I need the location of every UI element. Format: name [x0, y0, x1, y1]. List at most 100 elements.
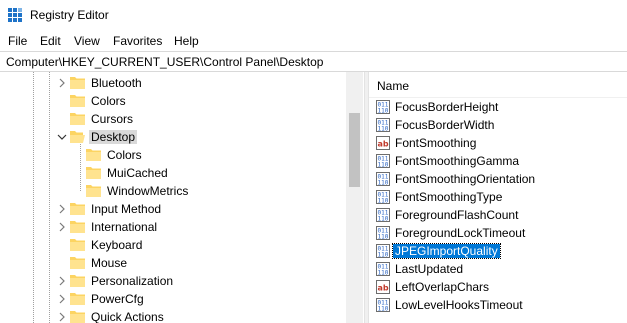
folder-icon [70, 203, 85, 215]
value-name: ForegroundLockTimeout [395, 226, 526, 240]
title-bar: Registry Editor [0, 0, 627, 31]
folder-icon [70, 293, 85, 305]
tree-item-label: WindowMetrics [107, 184, 189, 198]
folder-open-icon [70, 131, 85, 143]
svg-text:ab: ab [378, 140, 389, 149]
tree-item-label: PowerCfg [91, 292, 144, 306]
value-name: FontSmoothingType [395, 190, 503, 204]
svg-text:110: 110 [378, 252, 389, 259]
string-icon: ab [376, 136, 390, 150]
chevron-right-icon[interactable] [56, 203, 68, 215]
value-name: LowLevelHooksTimeout [395, 298, 523, 312]
folder-icon [86, 149, 101, 161]
tree-item-desktop[interactable]: Desktop [0, 128, 346, 146]
tree-item-label: Colors [91, 94, 126, 108]
value-name: LastUpdated [395, 262, 464, 276]
value-row[interactable]: 011 110 LowLevelHooksTimeout [369, 296, 627, 314]
tree-item-muicached[interactable]: MuiCached [0, 164, 346, 182]
tree-item-quick-actions[interactable]: Quick Actions [0, 308, 346, 323]
menu-edit[interactable]: Edit [40, 34, 61, 48]
folder-icon [70, 311, 85, 323]
svg-text:110: 110 [378, 306, 389, 313]
dword-icon: 011110 [376, 262, 390, 276]
tree-item-label: MuiCached [107, 166, 168, 180]
value-name: FontSmoothingOrientation [395, 172, 536, 186]
tree-item-cursors[interactable]: Cursors [0, 110, 346, 128]
value-row[interactable]: ab LeftOverlapChars [369, 278, 627, 296]
registry-editor-icon [8, 8, 22, 22]
menu-file[interactable]: File [8, 34, 27, 48]
dword-icon: 011110 [376, 100, 390, 114]
tree-item-label: Bluetooth [91, 76, 142, 90]
column-header-name[interactable]: Name [369, 72, 627, 98]
value-row[interactable]: 011 110 FontSmoothingGamma [369, 152, 627, 170]
address-bar[interactable]: Computer\HKEY_CURRENT_USER\Control Panel… [0, 51, 627, 72]
tree-item-windowmetrics[interactable]: WindowMetrics [0, 182, 346, 200]
folder-icon [86, 167, 101, 179]
value-row[interactable]: 011 110 ForegroundFlashCount [369, 206, 627, 224]
chevron-right-icon[interactable] [56, 221, 68, 233]
svg-text:ab: ab [378, 284, 389, 293]
value-row[interactable]: 011 110 FontSmoothingType [369, 188, 627, 206]
tree-item-colors[interactable]: Colors [0, 92, 346, 110]
dword-icon: 011110 [376, 118, 390, 132]
tree-item-bluetooth[interactable]: Bluetooth [0, 74, 346, 92]
value-name: JPEGImportQuality [392, 243, 501, 259]
tree-scrollbar[interactable] [346, 72, 363, 323]
svg-text:110: 110 [378, 180, 389, 187]
value-name: FontSmoothing [395, 136, 477, 150]
tree-item-desktop-colors[interactable]: Colors [0, 146, 346, 164]
menu-help[interactable]: Help [174, 34, 199, 48]
tree-item-personalization[interactable]: Personalization [0, 272, 346, 290]
chevron-right-icon[interactable] [56, 293, 68, 305]
chevron-right-icon[interactable] [56, 275, 68, 287]
tree-item-label: Colors [107, 148, 142, 162]
value-name: ForegroundFlashCount [395, 208, 519, 222]
tree-item-label: Keyboard [91, 238, 143, 252]
svg-text:110: 110 [378, 216, 389, 223]
tree-item-input-method[interactable]: Input Method [0, 200, 346, 218]
value-row[interactable]: 011 110 LastUpdated [369, 260, 627, 278]
value-row[interactable]: ab FontSmoothing [369, 134, 627, 152]
folder-icon [70, 221, 85, 233]
menu-view[interactable]: View [74, 34, 100, 48]
values-list[interactable]: Name 011 110 FocusBorderHeight 011 110 Foc… [369, 72, 627, 323]
chevron-right-icon[interactable] [56, 77, 68, 89]
folder-icon [70, 257, 85, 269]
dword-icon: 011110 [376, 172, 390, 186]
value-row[interactable]: 011 110 FocusBorderHeight [369, 98, 627, 116]
dword-icon: 011110 [376, 244, 390, 258]
window-title: Registry Editor [30, 8, 109, 22]
svg-text:110: 110 [378, 234, 389, 241]
tree-item-label: Input Method [91, 202, 162, 216]
dword-icon: 011110 [376, 190, 390, 204]
folder-icon [70, 275, 85, 287]
value-name: FocusBorderWidth [395, 118, 495, 132]
folder-icon [70, 77, 85, 89]
value-name: FontSmoothingGamma [395, 154, 520, 168]
value-name: FocusBorderHeight [395, 100, 499, 114]
value-row[interactable]: 011 110 FocusBorderWidth [369, 116, 627, 134]
chevron-right-icon[interactable] [56, 311, 68, 323]
tree-item-mouse[interactable]: Mouse [0, 254, 346, 272]
dword-icon: 011110 [376, 154, 390, 168]
string-icon: ab [376, 280, 390, 294]
tree-item-powercfg[interactable]: PowerCfg [0, 290, 346, 308]
folder-icon [70, 95, 85, 107]
tree-scrollbar-thumb[interactable] [349, 113, 360, 187]
svg-text:110: 110 [378, 108, 389, 115]
chevron-down-icon[interactable] [56, 131, 68, 143]
value-row[interactable]: 011 110 FontSmoothingOrientation [369, 170, 627, 188]
dword-icon: 011110 [376, 226, 390, 240]
dword-icon: 011110 [376, 208, 390, 222]
column-header-label: Name [377, 79, 410, 93]
value-row[interactable]: 011 110 ForegroundLockTimeout [369, 224, 627, 242]
tree-item-label: Quick Actions [91, 310, 164, 323]
menu-favorites[interactable]: Favorites [113, 34, 162, 48]
folder-icon [70, 113, 85, 125]
tree-item-keyboard[interactable]: Keyboard [0, 236, 346, 254]
address-path[interactable]: Computer\HKEY_CURRENT_USER\Control Panel… [6, 55, 323, 69]
value-row-selected[interactable]: 011 110 JPEGImportQuality [369, 242, 627, 260]
key-tree[interactable]: Bluetooth Colors Cursors Desktop Colors … [0, 72, 364, 323]
tree-item-international[interactable]: International [0, 218, 346, 236]
